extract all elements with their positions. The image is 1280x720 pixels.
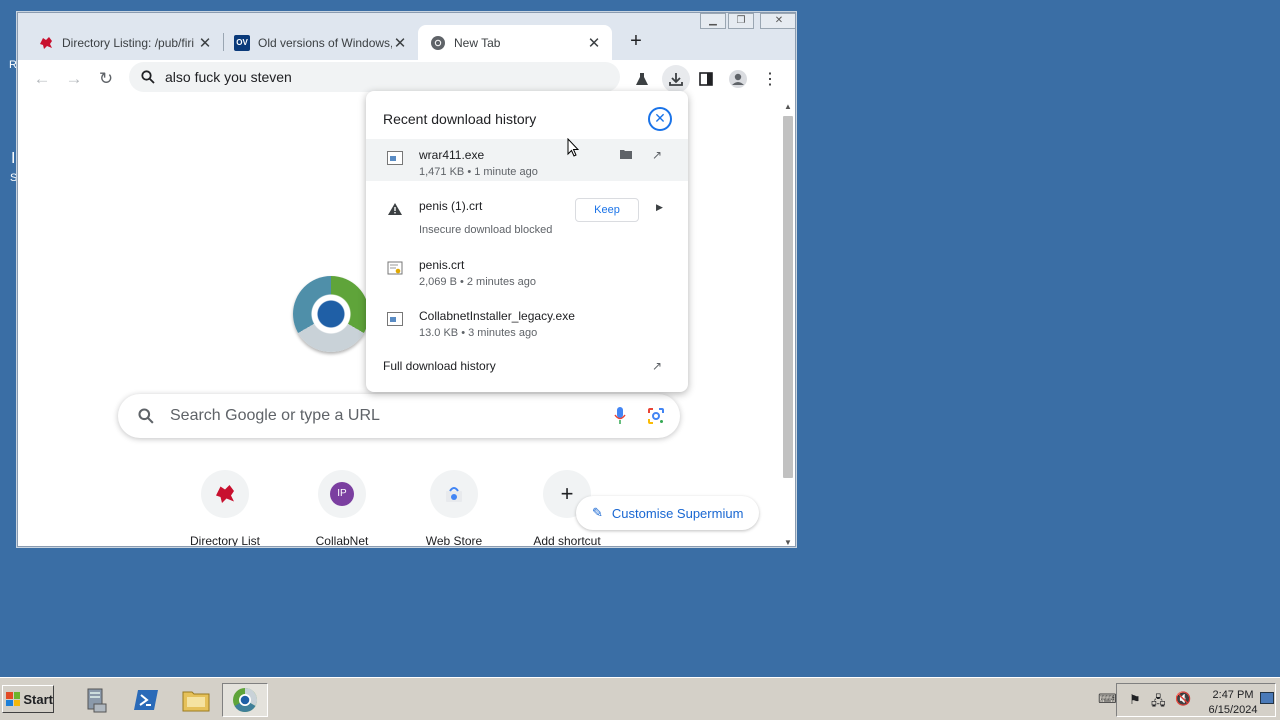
google-search-box[interactable]: Search Google or type a URL [118,394,680,438]
pencil-icon: ✎ [592,505,603,520]
download-meta: Insecure download blocked [419,224,553,236]
scroll-thumb[interactable] [783,116,793,478]
tab-strip: Directory Listing: /pub/firi ✕ OV Old ve… [18,13,795,60]
scroll-up-arrow[interactable]: ▲ [783,102,793,111]
clock-time: 2:47 PM [1212,689,1254,701]
tab-title: New Tab [454,35,501,50]
clock-date: 6/15/2024 [1208,704,1258,716]
keep-button[interactable]: Keep [575,198,639,222]
open-external-icon[interactable]: ↗ [652,148,662,162]
menu-kebab-icon[interactable]: ⋮ [758,67,782,91]
download-bubble: Recent download history ✕ wrar411.exe 1,… [366,91,688,392]
close-icon[interactable]: ✕ [648,107,672,131]
start-label: Start [23,691,53,707]
shortcut-label: Directory List [189,534,260,547]
download-item[interactable]: wrar411.exe 1,471 KB • 1 minute ago ↗ [366,139,688,181]
tab-title: Directory Listing: /pub/firi [62,35,195,50]
download-filename: CollabnetInstaller_legacy.exe [419,309,575,323]
reload-button[interactable]: ↻ [94,67,118,91]
close-icon[interactable]: ✕ [197,34,213,52]
tab-new-tab[interactable]: New Tab ✕ [418,25,612,60]
profile-avatar-icon[interactable] [726,67,750,91]
file-explorer-icon[interactable] [176,683,216,717]
restore-button[interactable]: ❐ [728,13,754,29]
folder-icon[interactable] [619,148,633,163]
side-panel-icon[interactable] [694,67,718,91]
shortcut-label: Web Store [425,534,483,547]
shortcut-directory-list[interactable]: Directory List [169,470,281,547]
google-lens-icon[interactable] [644,404,668,428]
red-creature-icon [201,470,249,518]
exe-file-icon [387,312,403,326]
download-item[interactable]: CollabnetInstaller_legacy.exe 13.0 KB • … [366,300,688,342]
download-item[interactable]: penis (1).crt Insecure download blocked … [366,189,688,239]
download-meta: 1,471 KB • 1 minute ago [419,166,538,178]
clock[interactable]: 2:47 PM 6/15/2024 [1203,688,1263,718]
labs-flask-icon[interactable] [630,67,654,91]
mouse-cursor-icon [567,138,579,157]
tab-old-versions[interactable]: OV Old versions of Windows, ✕ [224,25,418,60]
customise-label: Customise Supermium [611,505,744,521]
action-center-flag-icon[interactable]: ⚑ [1129,692,1141,708]
collabnet-icon: IP [318,470,366,518]
desktop-icon-fragment: R [9,59,17,71]
webstore-icon [430,470,478,518]
volume-muted-icon[interactable]: 🔇 [1175,691,1191,707]
supermium-logo [293,276,369,352]
download-bubble-title: Recent download history [383,111,537,127]
keyboard-icon[interactable]: ⌨ [1098,691,1117,707]
microphone-icon[interactable] [608,404,632,428]
download-filename: penis.crt [419,258,465,272]
window-controls: ▁ ❐ ✕ [698,13,795,29]
close-window-button[interactable]: ✕ [760,13,795,29]
supermium-taskbar-icon[interactable] [222,683,268,717]
warning-icon [387,202,403,216]
show-desktop-icon[interactable] [1260,692,1274,704]
exe-file-icon [387,151,403,165]
certificate-file-icon [387,261,403,275]
shortcut-collabnet[interactable]: IP CollabNet [286,470,398,547]
downloads-button[interactable] [662,65,690,93]
shortcut-web-store[interactable]: Web Store [398,470,510,547]
close-icon[interactable]: ✕ [586,34,602,52]
desktop-icon-fragment: I [11,150,16,167]
scroll-down-arrow[interactable]: ▼ [783,538,793,546]
chromium-icon [430,35,446,51]
taskbar: Start ⌨ ⚑ 🖧 🔇 2:47 PM 6/15/2024 [0,677,1280,720]
powershell-icon[interactable] [126,683,166,717]
search-placeholder: Search Google or type a URL [170,407,380,424]
download-filename: wrar411.exe [419,148,485,162]
system-tray: ⚑ 🖧 🔇 2:47 PM 6/15/2024 [1116,683,1276,717]
chevron-right-icon[interactable]: ▶ [656,202,663,213]
server-manager-icon[interactable] [76,683,116,717]
shortcut-label: CollabNet [315,534,369,547]
windows-flag-icon [6,692,21,706]
open-external-icon[interactable]: ↗ [652,359,662,373]
download-meta: 2,069 B • 2 minutes ago [419,276,536,288]
omnibox-text: also fuck you steven [165,69,292,85]
ov-logo-icon: OV [234,34,250,51]
close-icon[interactable]: ✕ [392,34,408,52]
download-icon [669,73,683,86]
back-button[interactable]: ← [30,67,54,91]
search-icon [138,408,154,424]
omnibox[interactable]: also fuck you steven [129,62,620,92]
download-item[interactable]: penis.crt 2,069 B • 2 minutes ago [366,249,688,291]
red-creature-icon [38,35,54,51]
download-meta: 13.0 KB • 3 minutes ago [419,327,538,339]
search-icon [141,70,155,84]
forward-button[interactable]: → [62,67,86,91]
start-button[interactable]: Start [2,685,54,713]
scrollbar[interactable]: ▲ ▼ [781,102,793,546]
new-tab-button[interactable]: + [624,29,648,53]
network-icon[interactable]: 🖧 [1151,692,1166,714]
download-filename: penis (1).crt [419,199,483,213]
tab-directory-listing[interactable]: Directory Listing: /pub/firi ✕ [18,25,223,60]
minimize-button[interactable]: ▁ [700,13,726,29]
customise-button[interactable]: ✎ Customise Supermium [576,496,760,530]
full-download-history-link[interactable]: Full download history [383,359,496,373]
shortcut-label: Add shortcut [533,534,601,547]
tab-title: Old versions of Windows, [258,35,392,50]
